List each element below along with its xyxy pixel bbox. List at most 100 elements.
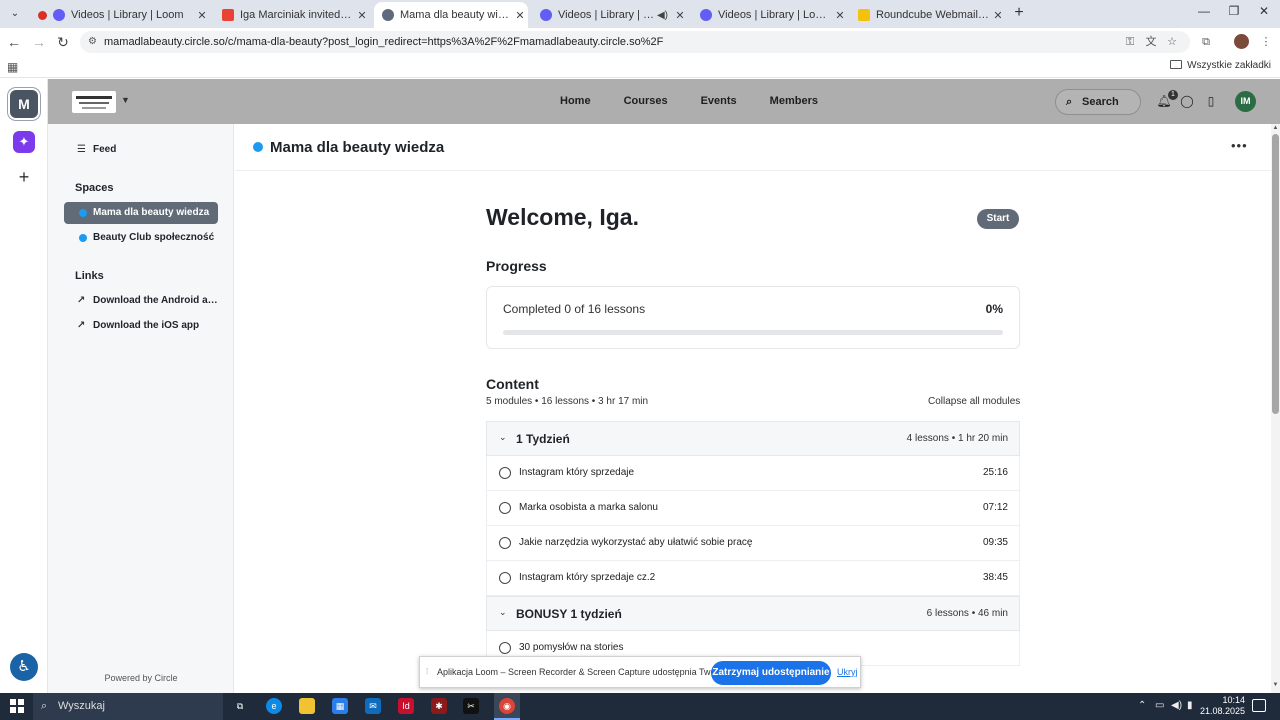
main-content: Mama dla beauty wiedza ••• Welcome, Iga.… [235, 124, 1271, 693]
new-tab-icon[interactable]: + [1010, 4, 1028, 22]
nav-courses[interactable]: Courses [624, 95, 668, 107]
taskbar-clock[interactable]: 10:14 21.08.2025 [1197, 695, 1245, 717]
close-tab-icon[interactable]: ✕ [832, 9, 848, 22]
powered-by-circle[interactable]: Powered by Circle [48, 673, 234, 683]
taskbar-search[interactable]: ⌕ Wyszukaj [33, 693, 223, 720]
indesign-icon[interactable]: Id [398, 698, 414, 714]
translate-icon[interactable]: 文 [1143, 35, 1159, 49]
minimize-icon[interactable]: — [1189, 4, 1219, 18]
extensions-icon[interactable]: ⧉ [1198, 35, 1214, 49]
sidebar-space-mama-dla-beauty[interactable]: Mama dla beauty wiedza [64, 202, 218, 224]
capcut-icon[interactable]: ✂ [463, 698, 479, 714]
app-icon[interactable]: ✱ [431, 698, 447, 714]
browser-tab[interactable]: Videos | Library | Loom - 21 August ✕ [692, 2, 848, 28]
close-tab-icon[interactable]: ✕ [672, 9, 688, 22]
scroll-down-arrow-icon[interactable]: ▼ [1271, 682, 1280, 688]
sidebar-space-beauty-club[interactable]: Beauty Club społeczność [64, 227, 218, 249]
volume-icon[interactable]: ◀) [1171, 700, 1182, 711]
windows-start-icon[interactable] [10, 699, 24, 713]
chat-icon[interactable]: ◯ [1179, 93, 1195, 109]
external-link-icon: ↗ [77, 295, 86, 306]
notifications-icon[interactable] [1252, 699, 1266, 712]
browser-tab[interactable]: Roundcube Webmail :: Odebrane ✕ [850, 2, 1006, 28]
apps-grid-icon[interactable]: ▦ [7, 60, 18, 74]
lesson-status-icon [499, 502, 511, 514]
browser-tab[interactable]: Videos | Library | Loom ◀) ✕ [532, 2, 688, 28]
accessibility-icon[interactable]: ♿ [10, 653, 38, 681]
lesson-row[interactable]: Jakie narzędzia wykorzystać aby ułatwić … [486, 526, 1020, 561]
user-avatar[interactable]: IM [1235, 91, 1256, 112]
network-icon[interactable]: ▭ [1155, 700, 1164, 711]
back-icon[interactable]: ← [5, 33, 23, 51]
edge-icon[interactable]: e [266, 698, 282, 714]
space-dot-icon [79, 209, 87, 217]
loom-favicon-icon [540, 9, 552, 21]
browser-tab-active[interactable]: Mama dla beauty wiedza | Mama ✕ [374, 2, 528, 28]
browser-profile-avatar[interactable] [1234, 34, 1249, 49]
nav-events[interactable]: Events [701, 95, 737, 107]
speaker-icon[interactable]: ◀) [657, 10, 668, 21]
close-tab-icon[interactable]: ✕ [354, 9, 370, 22]
browser-tab[interactable]: Videos | Library | Loom ✕ [30, 2, 210, 28]
browser-menu-icon[interactable]: ⋮ [1258, 35, 1274, 49]
task-view-icon[interactable]: ⧉ [232, 698, 248, 714]
collapse-all-button[interactable]: Collapse all modules [928, 396, 1020, 407]
sidebar-link-android[interactable]: ↗ Download the Android app [64, 290, 218, 312]
lesson-row[interactable]: Instagram który sprzedaje 25:16 [486, 456, 1020, 491]
password-key-icon[interactable]: ⚿ [1122, 35, 1138, 49]
main-nav-links: Home Courses Events Members [560, 95, 851, 107]
lesson-title: Instagram który sprzedaje [519, 467, 635, 478]
more-options-icon[interactable]: ••• [1231, 138, 1248, 153]
mail-icon[interactable]: ✉ [365, 698, 381, 714]
store-icon[interactable]: ▦ [332, 698, 348, 714]
sparkle-icon[interactable]: ✦ [13, 131, 35, 153]
add-community-icon[interactable]: + [14, 167, 34, 188]
chevron-down-icon[interactable]: ▼ [121, 95, 130, 105]
all-bookmarks-label: Wszystkie zakładki [1187, 60, 1271, 71]
close-tab-icon[interactable]: ✕ [512, 9, 528, 22]
nav-members[interactable]: Members [770, 95, 818, 107]
file-explorer-icon[interactable] [299, 698, 315, 714]
nav-home[interactable]: Home [560, 95, 591, 107]
community-logo[interactable] [72, 91, 116, 113]
reload-icon[interactable]: ↻ [54, 33, 72, 51]
start-button[interactable]: Start [977, 209, 1019, 229]
module-header[interactable]: ⌄ 1 Tydzień 4 lessons • 1 hr 20 min [486, 421, 1020, 456]
search-button[interactable]: ⌕ Search [1055, 89, 1141, 115]
community-top-nav: ▼ Home Courses Events Members ⌕ Search 🔔… [48, 79, 1280, 124]
chrome-icon[interactable]: ◉ [499, 698, 515, 714]
sidebar-item-label: Download the iOS app [93, 320, 200, 331]
bookmark-icon[interactable]: ▯ [1203, 93, 1219, 109]
lesson-row[interactable]: Instagram który sprzedaje cz.2 38:45 [486, 561, 1020, 596]
drag-handle-icon[interactable]: ⁞ [426, 667, 428, 676]
close-tab-icon[interactable]: ✕ [990, 9, 1006, 22]
close-window-icon[interactable]: ✕ [1249, 4, 1279, 18]
all-bookmarks-button[interactable]: Wszystkie zakładki [1170, 60, 1271, 71]
space-dot-icon [79, 234, 87, 242]
mic-icon[interactable]: ▮ [1187, 700, 1193, 711]
community-switcher-button[interactable]: M [10, 90, 38, 118]
tray-chevron-icon[interactable]: ⌃ [1138, 700, 1146, 711]
scroll-up-arrow-icon[interactable]: ▲ [1271, 125, 1280, 131]
restore-icon[interactable]: ❐ [1219, 4, 1249, 18]
progress-percent: 0% [985, 302, 1003, 316]
progress-card: Completed 0 of 16 lessons 0% [486, 286, 1020, 349]
tab-search-chevron-icon[interactable]: ⌄ [4, 4, 26, 24]
stop-sharing-button[interactable]: Zatrzymaj udostępnianie [711, 661, 831, 685]
forward-icon[interactable]: → [30, 33, 48, 51]
close-tab-icon[interactable]: ✕ [194, 9, 210, 22]
lesson-title: Instagram który sprzedaje cz.2 [519, 572, 656, 583]
lesson-status-icon [499, 537, 511, 549]
bookmarks-bar: ▦ Wszystkie zakładki [0, 56, 1280, 78]
lesson-row[interactable]: Marka osobista a marka salonu 07:12 [486, 491, 1020, 526]
browser-tab[interactable]: Iga Marciniak invited you to join ✕ [214, 2, 370, 28]
lesson-title: 30 pomysłów na stories [519, 642, 624, 653]
bookmark-star-icon[interactable]: ☆ [1164, 35, 1180, 49]
module-header[interactable]: ⌄ BONUSY 1 tydzień 6 lessons • 46 min [486, 596, 1020, 631]
sidebar-item-feed[interactable]: ☰ Feed [64, 139, 218, 161]
url-bar[interactable]: ⚙ mamadlabeauty.circle.so/c/mama-dla-bea… [80, 31, 1190, 53]
page-scrollbar-thumb[interactable] [1272, 134, 1279, 414]
sidebar-link-ios[interactable]: ↗ Download the iOS app [64, 315, 218, 337]
site-info-icon[interactable]: ⚙ [88, 31, 97, 53]
hide-share-bar-link[interactable]: Ukryj [837, 667, 858, 677]
